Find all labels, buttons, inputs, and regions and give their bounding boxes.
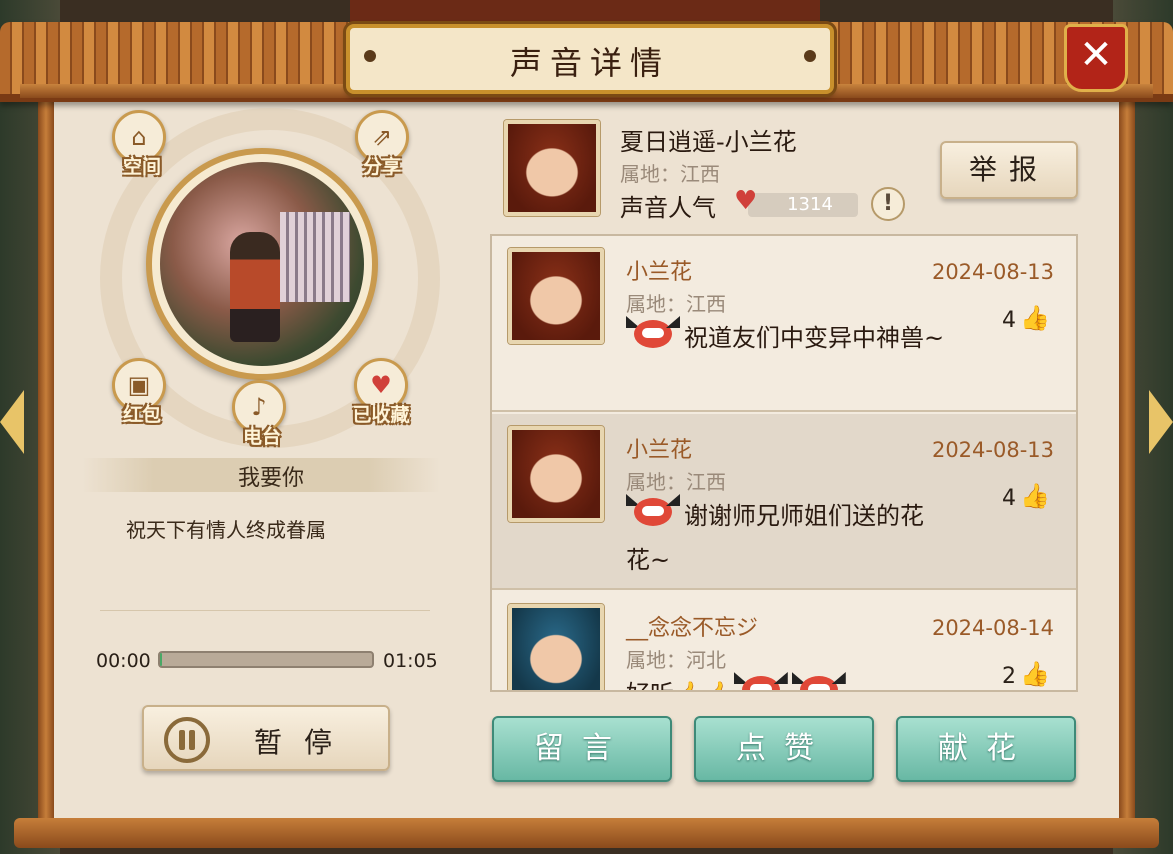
emoji-icon [791, 672, 846, 690]
share-label: 分享 [362, 156, 401, 178]
close-button[interactable]: ✕ [1064, 24, 1128, 92]
emoji-icon [733, 672, 788, 690]
owner-name: 夏日逍遥-小兰花 [620, 128, 797, 156]
comment-item: 小兰花 属地：江西 2024-08-13 4 👍 祝道友们中变异中神兽~ [492, 236, 1076, 412]
pause-label: 暂停 [254, 726, 355, 759]
thumbs-up-icon[interactable]: 👍 [1020, 304, 1050, 332]
commenter-avatar[interactable] [508, 248, 604, 344]
pause-icon [164, 717, 210, 763]
song-title: 我要你 [237, 466, 304, 491]
space-label: 空间 [122, 156, 161, 178]
photo-person [230, 232, 280, 342]
flower-button[interactable]: 献花 [896, 716, 1076, 782]
portrait-image [512, 252, 600, 340]
commenter-location: 属地：江西 [626, 292, 726, 316]
popularity-text: 声音人气 [620, 194, 716, 222]
user-photo[interactable] [160, 162, 364, 366]
comment-like-count: 4 [1002, 308, 1016, 333]
comment-item: 小兰花 属地：江西 2024-08-13 4 👍 谢谢师兄师姐们送的花花~ [492, 414, 1076, 590]
comment-body: 祝道友们中变异中神兽~ [684, 324, 945, 352]
progress-bar[interactable] [158, 651, 374, 668]
dialog-title: 声音详情 [509, 44, 670, 82]
info-button[interactable]: ! [871, 187, 905, 221]
report-button[interactable]: 举报 [940, 141, 1078, 199]
thumbs-up-emoji-icon: 👍👍 [674, 680, 734, 690]
frame-bottom-beam [14, 818, 1159, 848]
commenter-avatar[interactable] [508, 426, 604, 522]
close-icon: ✕ [1079, 32, 1113, 78]
commenter-location: 属地：江西 [626, 470, 726, 494]
commenter-name[interactable]: 小兰花 [626, 254, 692, 286]
portrait-image [512, 608, 600, 690]
popularity-label: 声音人气 [620, 188, 716, 223]
owner-avatar[interactable] [504, 120, 600, 216]
comment-like-count: 2 [1002, 664, 1016, 689]
comment-date: 2024-08-14 [931, 616, 1054, 640]
like-button-label: 点赞 [736, 731, 832, 766]
favorite-button[interactable]: ♥ 已收藏 [345, 358, 417, 427]
exclamation-icon: ! [882, 191, 894, 216]
thumbs-up-icon[interactable]: 👍 [1020, 482, 1050, 510]
thumbs-up-icon[interactable]: 👍 [1020, 660, 1050, 688]
comment-button-label: 留言 [534, 731, 630, 766]
total-time: 01:05 [383, 650, 438, 672]
comment-text: 谢谢师兄师姐们送的花花~ [626, 494, 946, 582]
radio-label: 电台 [242, 426, 281, 448]
comment-date: 2024-08-13 [931, 438, 1054, 462]
commenter-name[interactable]: __念念不忘ジ [626, 610, 758, 642]
portrait-image [508, 124, 596, 212]
comment-like-count: 4 [1002, 486, 1016, 511]
comment-date: 2024-08-13 [931, 260, 1054, 284]
emoji-icon [626, 316, 680, 354]
owner-location: 属地：江西 [620, 162, 720, 186]
commenter-name[interactable]: 小兰花 [626, 432, 692, 464]
frame-post-right [1119, 84, 1135, 824]
pause-button[interactable]: 暂停 [142, 705, 390, 771]
portrait-image [512, 430, 600, 518]
red-packet-button[interactable]: ▣ 红包 [112, 358, 172, 427]
like-button[interactable]: 点赞 [694, 716, 874, 782]
red-packet-label: 红包 [122, 404, 161, 426]
current-time: 00:00 [96, 650, 151, 672]
photo-clothes-rack [280, 212, 350, 302]
comment-item: __念念不忘ジ 属地：河北 2024-08-14 2 👍 好听👍👍 [492, 592, 1076, 690]
commenter-location: 属地：河北 [626, 648, 726, 672]
report-label: 举报 [968, 153, 1049, 186]
song-description: 祝天下有情人终成眷属 [126, 518, 326, 542]
title-plaque: 声音详情 [346, 24, 834, 94]
progress-fill [160, 653, 163, 666]
frame-post-left [38, 84, 54, 824]
comment-text: 祝道友们中变异中神兽~ [626, 316, 946, 360]
commenter-avatar[interactable] [508, 604, 604, 690]
divider [100, 610, 430, 611]
share-button[interactable]: ⇗ 分享 [352, 110, 412, 179]
flower-button-label: 献花 [938, 731, 1034, 766]
favorite-label: 已收藏 [352, 404, 410, 426]
radio-button[interactable]: ♪ 电台 [232, 380, 292, 449]
emoji-icon [626, 494, 680, 532]
comment-list[interactable]: 小兰花 属地：江西 2024-08-13 4 👍 祝道友们中变异中神兽~ 小兰花… [490, 234, 1078, 692]
comment-body: 好听 [626, 680, 674, 690]
space-button[interactable]: ⌂ 空间 [112, 110, 172, 179]
comment-button[interactable]: 留言 [492, 716, 672, 782]
comment-text: 好听👍👍 [626, 672, 986, 690]
popularity-value: 1314 [787, 194, 833, 215]
